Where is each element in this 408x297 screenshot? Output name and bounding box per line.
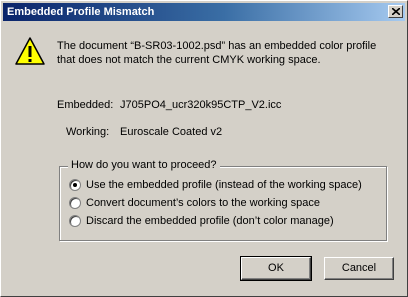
cancel-button[interactable]: Cancel — [324, 257, 394, 280]
dialog-title: Embedded Profile Mismatch — [7, 6, 155, 18]
group-label: How do you want to proceed? — [68, 159, 220, 171]
radio-button[interactable] — [69, 215, 81, 227]
radio-button[interactable] — [69, 197, 81, 209]
dialog-window: Embedded Profile Mismatch The document “… — [0, 0, 408, 297]
working-profile-row: Working: — [66, 126, 109, 138]
option-label: Discard the embedded profile (don’t colo… — [86, 215, 334, 227]
working-profile-value: Euroscale Coated v2 — [120, 126, 223, 138]
title-bar[interactable]: Embedded Profile Mismatch — [3, 3, 405, 21]
radio-selected-dot — [73, 183, 77, 187]
working-label: Working: — [66, 126, 110, 138]
embedded-profile-row: Embedded: — [57, 99, 113, 111]
radio-button[interactable] — [69, 179, 81, 191]
ok-button[interactable]: OK — [240, 256, 312, 281]
option-label: Use the embedded profile (instead of the… — [86, 179, 362, 191]
close-button[interactable] — [388, 5, 403, 18]
embedded-profile-value: J705PO4_ucr320k95CTP_V2.icc — [120, 99, 282, 111]
proceed-groupbox: How do you want to proceed? Use the embe… — [59, 159, 387, 241]
warning-icon — [15, 37, 45, 65]
option-label: Convert document’s colors to the working… — [86, 197, 320, 209]
close-icon — [392, 8, 400, 15]
embedded-label: Embedded: — [57, 99, 114, 111]
message-text: The document “B-SR03-1002.psd” has an em… — [57, 40, 377, 66]
